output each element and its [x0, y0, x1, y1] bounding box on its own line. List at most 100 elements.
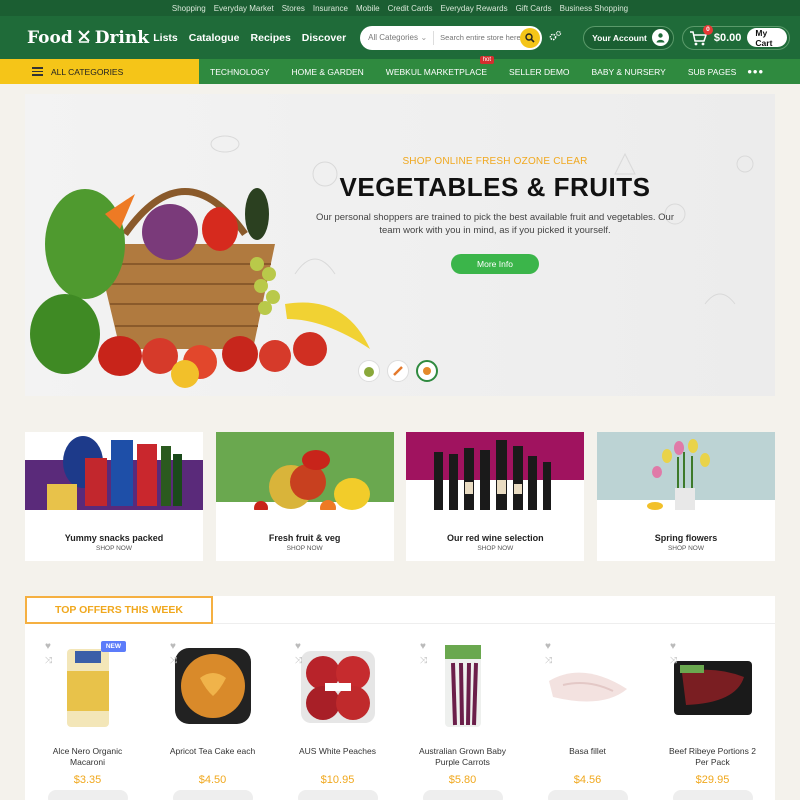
more-info-button[interactable]: More Info: [451, 254, 539, 274]
fork-knife-icon: [77, 29, 91, 47]
cat-seller-demo[interactable]: SELLER DEMO: [498, 67, 580, 77]
top-link-shopping[interactable]: Shopping: [168, 4, 210, 13]
nav-discover[interactable]: Discover: [302, 32, 346, 44]
top-link-credit-cards[interactable]: Credit Cards: [384, 4, 437, 13]
top-link-stores[interactable]: Stores: [278, 4, 309, 13]
top-link-insurance[interactable]: Insurance: [309, 4, 352, 13]
cat-home-garden[interactable]: HOME & GARDEN: [281, 67, 375, 77]
all-categories-label: ALL CATEGORIES: [51, 66, 124, 77]
slide-thumb-3[interactable]: [416, 360, 438, 382]
chevron-down-icon: ⌄: [420, 33, 428, 42]
product-image: [650, 636, 775, 736]
nav-recipes[interactable]: Recipes: [251, 32, 291, 44]
settings-icon[interactable]: [549, 30, 562, 45]
compare-icon[interactable]: ⤨: [420, 655, 427, 666]
new-badge: NEW: [100, 641, 126, 652]
cart-count-badge: 0: [702, 24, 713, 35]
category-nav: TECHNOLOGY HOME & GARDEN WEBKUL MARKETPL…: [199, 55, 800, 84]
top-offers-section: TOP OFFERS THIS WEEK ♥ ⤨ NEW Alce Nero O…: [25, 596, 775, 800]
product-name[interactable]: Alce Nero Organic Macaroni: [25, 746, 150, 770]
top-offers-tab[interactable]: TOP OFFERS THIS WEEK: [25, 596, 213, 624]
product-name[interactable]: Basa fillet: [525, 746, 650, 770]
site-header: Food Drink Lists Catalogue Recipes Disco…: [0, 16, 800, 59]
add-to-cart-button[interactable]: [297, 790, 378, 800]
nav-lists[interactable]: Lists: [153, 32, 178, 44]
card-snacks[interactable]: Yummy snacks packed SHOP NOW: [25, 432, 203, 561]
top-link-everyday-rewards[interactable]: Everyday Rewards: [436, 4, 511, 13]
product-name[interactable]: Apricot Tea Cake each: [150, 746, 275, 770]
heart-icon[interactable]: ♥: [45, 641, 51, 652]
all-categories-button[interactable]: ALL CATEGORIES: [0, 59, 200, 84]
top-link-everyday-market[interactable]: Everyday Market: [210, 4, 278, 13]
hero-text: SHOP ONLINE FRESH OZONE CLEAR VEGETABLES…: [305, 94, 685, 274]
heart-icon[interactable]: ♥: [670, 641, 676, 652]
cart-total: $0.00: [713, 31, 742, 44]
add-to-cart-button[interactable]: [172, 790, 253, 800]
product-name[interactable]: Australian Grown Baby Purple Carrots: [400, 746, 525, 770]
spring-flowers-image: [596, 432, 775, 510]
cat-sub-pages[interactable]: SUB PAGES: [677, 67, 748, 77]
search-input[interactable]: [434, 33, 527, 42]
more-menu-icon[interactable]: •••: [747, 64, 764, 79]
heart-icon[interactable]: ♥: [420, 641, 426, 652]
top-link-gift-cards[interactable]: Gift Cards: [512, 4, 556, 13]
product-card[interactable]: ♥ ⤨ NEW Alce Nero Organic Macaroni $3.35: [25, 636, 150, 800]
red-wine-image: [406, 432, 585, 510]
search-category-select[interactable]: All Categories ⌄: [360, 30, 435, 45]
product-name[interactable]: Beef Ribeye Portions 2 Per Pack: [650, 746, 775, 770]
top-link-mobile[interactable]: Mobile: [352, 4, 384, 13]
search-bar: All Categories ⌄: [360, 25, 543, 50]
slide-thumb-2[interactable]: [387, 360, 409, 382]
top-utility-bar: Shopping Everyday Market Stores Insuranc…: [0, 0, 800, 16]
heart-icon[interactable]: ♥: [545, 641, 551, 652]
compare-icon[interactable]: ⤨: [170, 655, 177, 666]
card-fruit-veg[interactable]: Fresh fruit & veg SHOP NOW: [215, 432, 394, 561]
cart-icon: 0: [689, 24, 713, 46]
product-card[interactable]: ♥ ⤨ Apricot Tea Cake each $4.50: [150, 636, 275, 800]
cat-webkul-marketplace[interactable]: WEBKUL MARKETPLACE hot: [375, 55, 498, 77]
slider-thumbnails: [358, 360, 438, 382]
search-button[interactable]: [520, 27, 541, 48]
card-spring-flowers-cta[interactable]: SHOP NOW: [597, 545, 775, 552]
account-button[interactable]: Your Account: [583, 25, 674, 50]
nav-catalogue[interactable]: Catalogue: [189, 32, 240, 44]
compare-icon[interactable]: ⤨: [295, 655, 302, 666]
search-category-value: All Categories: [368, 33, 418, 42]
add-to-cart-button[interactable]: [547, 790, 628, 800]
cat-baby-nursery[interactable]: BABY & NURSERY: [581, 67, 677, 77]
product-image: [25, 636, 150, 736]
compare-icon[interactable]: ⤨: [45, 655, 52, 666]
compare-icon[interactable]: ⤨: [545, 655, 552, 666]
product-card[interactable]: ♥ ⤨ Australian Grown Baby Purple Carrots…: [400, 636, 525, 800]
cat-technology[interactable]: TECHNOLOGY: [199, 67, 281, 77]
card-red-wine[interactable]: Our red wine selection SHOP NOW: [406, 432, 585, 561]
account-label: Your Account: [592, 32, 647, 43]
product-price: $5.80: [448, 774, 477, 786]
top-link-business-shopping[interactable]: Business Shopping: [556, 4, 633, 13]
heart-icon[interactable]: ♥: [170, 641, 176, 652]
card-spring-flowers[interactable]: Spring flowers SHOP NOW: [596, 432, 775, 561]
product-card[interactable]: ♥ ⤨ Beef Ribeye Portions 2 Per Pack $29.…: [650, 636, 775, 800]
logo-text-right: Drink: [94, 27, 150, 48]
heart-icon[interactable]: ♥: [295, 641, 301, 652]
hamburger-icon: [32, 67, 43, 76]
card-red-wine-name: Our red wine selection: [447, 533, 544, 543]
card-spring-flowers-name: Spring flowers: [654, 533, 718, 543]
add-to-cart-button[interactable]: [47, 790, 128, 800]
product-card[interactable]: ♥ ⤨ AUS White Peaches $10.95: [275, 636, 400, 800]
card-snacks-cta[interactable]: SHOP NOW: [25, 545, 203, 552]
site-logo[interactable]: Food Drink: [27, 28, 153, 48]
hero-body: Our personal shoppers are trained to pic…: [315, 212, 675, 236]
hero-title: VEGETABLES & FRUITS: [339, 172, 651, 202]
cart-button[interactable]: 0 $0.00 My Cart: [681, 24, 790, 50]
card-red-wine-cta[interactable]: SHOP NOW: [406, 545, 584, 552]
product-price: $4.50: [198, 774, 227, 786]
add-to-cart-button[interactable]: [422, 790, 503, 800]
add-to-cart-button[interactable]: [672, 790, 753, 800]
compare-icon[interactable]: ⤨: [670, 655, 677, 666]
slide-thumb-1[interactable]: [358, 360, 380, 382]
product-name[interactable]: AUS White Peaches: [275, 746, 400, 770]
product-card[interactable]: ♥ ⤨ Basa fillet $4.56: [525, 636, 650, 800]
logo-text-left: Food: [27, 27, 73, 48]
card-fruit-veg-cta[interactable]: SHOP NOW: [216, 545, 394, 552]
